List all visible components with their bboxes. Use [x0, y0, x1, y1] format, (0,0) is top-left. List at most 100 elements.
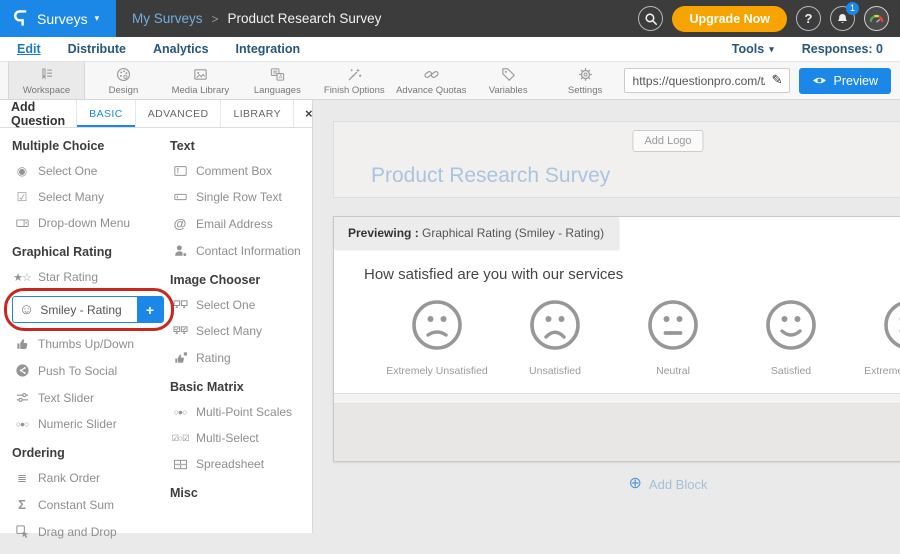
sidebar-item-dropdown-menu[interactable]: Drop-down Menu [12, 216, 170, 230]
survey-nav-row: Edit Distribute Analytics Integration To… [0, 37, 900, 62]
sidebar-item-multi-point-scales[interactable]: ○●○ Multi-Point Scales [170, 405, 310, 419]
add-block-button[interactable]: ⊕ Add Block [333, 476, 900, 492]
tab-edit[interactable]: Edit [17, 42, 41, 56]
section-title: Multiple Choice [12, 139, 170, 153]
item-label: Multi-Point Scales [196, 405, 292, 419]
toolbar-item-label: Media Library [172, 85, 230, 96]
tab-integration[interactable]: Integration [236, 42, 301, 56]
toolbar-item-label: Languages [254, 85, 301, 96]
item-label: Thumbs Up/Down [38, 337, 134, 351]
toolbar-finish-options-button[interactable]: Finish Options [316, 62, 393, 99]
section-title: Graphical Rating [12, 245, 170, 259]
image-pair-icon [170, 299, 190, 312]
previewing-tab: Previewing : Graphical Rating (Smiley - … [334, 217, 618, 249]
upgrade-now-button[interactable]: Upgrade Now [672, 6, 787, 32]
avatar[interactable] [864, 6, 889, 31]
add-smiley-question-button[interactable]: + [137, 297, 163, 322]
sidebar-item-text-slider[interactable]: Text Slider [12, 390, 170, 405]
survey-url-input[interactable] [624, 68, 790, 93]
edit-url-pencil-icon[interactable]: ✎ [772, 72, 783, 88]
sidebar-item-thumbs-up-down[interactable]: Thumbs Up/Down [12, 336, 170, 351]
sidebar-item-drag-and-drop[interactable]: Drag and Drop [12, 524, 170, 539]
tools-menu[interactable]: Tools ▾ [732, 42, 774, 56]
sidebar-item-constant-sum[interactable]: Σ Constant Sum [12, 497, 170, 512]
question-text[interactable]: How satisfied are you with our services [364, 266, 900, 283]
svg-text:A: A [279, 74, 283, 80]
item-label: Star Rating [38, 270, 98, 284]
nav-right: Tools ▾ Responses: 0 [732, 42, 883, 56]
search-button[interactable] [638, 6, 663, 31]
smiley-option-label: Satisfied [771, 365, 811, 377]
toolbar-settings-button[interactable]: Settings [547, 62, 624, 99]
preview-button[interactable]: Preview [799, 68, 891, 94]
gear-icon [577, 66, 594, 83]
smiley-option-satisfied[interactable]: Satisfied [732, 298, 850, 377]
radio-icon: ◉ [12, 164, 32, 178]
sidebar-item-select-one[interactable]: ◉ Select One [12, 164, 170, 178]
sidebar-column-1: Multiple Choice ◉ Select One ☑ Select Ma… [12, 139, 170, 554]
help-button[interactable]: ? [796, 6, 821, 31]
section-multiple-choice: Multiple Choice ◉ Select One ☑ Select Ma… [12, 139, 170, 230]
tab-distribute[interactable]: Distribute [68, 42, 126, 56]
toolbar-advance-quotas-button[interactable]: Advance Quotas [393, 62, 470, 99]
section-title: Basic Matrix [170, 380, 310, 394]
toolbar-media-library-button[interactable]: Media Library [162, 62, 239, 99]
comment-box-icon [170, 164, 190, 178]
toolbar-item-label: Settings [568, 85, 602, 96]
smiley-option-extremely-unsatisfied[interactable]: Extremely Unsatisfied [378, 298, 496, 377]
section-ordering: Ordering ≣ Rank Order Σ Constant Sum Dra… [12, 446, 170, 539]
footer-area [334, 404, 900, 461]
section-title: Text [170, 139, 310, 153]
toolbar-workspace-button[interactable]: Workspace [8, 62, 85, 99]
smiley-option-extremely-satisfied[interactable]: Extremely Satisfied [850, 298, 900, 377]
tag-icon [500, 66, 517, 83]
translate-icon: A [269, 66, 286, 83]
sidebar-item-push-to-social[interactable]: Push To Social [12, 363, 170, 378]
item-label: Push To Social [38, 364, 117, 378]
tab-library[interactable]: LIBRARY [221, 100, 294, 127]
sidebar-column-2: Text Comment Box Single Row Text @ Email… [170, 139, 310, 554]
breadcrumb-my-surveys[interactable]: My Surveys [132, 11, 203, 26]
sidebar-item-image-select-many[interactable]: Select Many [170, 324, 310, 338]
thumb-rating-icon [170, 350, 190, 365]
responses-count: Responses: 0 [802, 42, 883, 56]
chevron-down-icon: ▾ [769, 44, 774, 55]
sidebar-item-single-row-text[interactable]: Single Row Text [170, 190, 310, 204]
survey-title[interactable]: Product Research Survey [371, 164, 610, 188]
item-label: Select One [38, 164, 97, 178]
toolbar-languages-button[interactable]: A Languages [239, 62, 316, 99]
question-preview-card: Previewing : Graphical Rating (Smiley - … [333, 216, 900, 462]
tab-advanced[interactable]: ADVANCED [136, 100, 222, 127]
notifications-button[interactable]: 1 [830, 6, 855, 31]
sidebar-item-spreadsheet[interactable]: Spreadsheet [170, 457, 310, 471]
sidebar-item-image-rating[interactable]: Rating [170, 350, 310, 365]
smiley-rating-item[interactable]: ☺ Smiley - Rating + [12, 296, 164, 323]
sidebar-item-contact-information[interactable]: Contact Information [170, 243, 310, 258]
bell-icon [836, 12, 849, 26]
smiley-option-neutral[interactable]: Neutral [614, 298, 732, 377]
tab-basic[interactable]: BASIC [77, 100, 136, 127]
questionpro-logo-icon [13, 9, 30, 28]
sidebar-item-numeric-slider[interactable]: ○●○ Numeric Slider [12, 417, 170, 431]
app-logo-menu[interactable]: Surveys ▾ [0, 0, 116, 37]
toolbar-design-button[interactable]: Design [85, 62, 162, 99]
search-icon [644, 12, 658, 26]
toolbar-variables-button[interactable]: Variables [470, 62, 547, 99]
single-row-icon [170, 190, 190, 204]
sidebar-item-star-rating[interactable]: ★☆ Star Rating [12, 270, 170, 284]
slider-icon [12, 390, 32, 405]
sidebar-item-image-select-one[interactable]: Select One [170, 298, 310, 312]
add-logo-button[interactable]: Add Logo [632, 130, 703, 152]
item-label: Single Row Text [196, 190, 282, 204]
sidebar-item-select-many[interactable]: ☑ Select Many [12, 190, 170, 204]
sidebar-item-email-address[interactable]: @ Email Address [170, 216, 310, 231]
circle-plus-icon: ⊕ [629, 476, 642, 492]
sidebar-item-multi-select[interactable]: ☑○☑ Multi-Select [170, 431, 310, 445]
sidebar-item-rank-order[interactable]: ≣ Rank Order [12, 471, 170, 485]
multi-point-icon: ○●○ [170, 407, 190, 417]
numeric-slider-icon: ○●○ [12, 419, 32, 429]
sidebar-item-comment-box[interactable]: Comment Box [170, 164, 310, 178]
tab-analytics[interactable]: Analytics [153, 42, 209, 56]
smiley-option-unsatisfied[interactable]: Unsatisfied [496, 298, 614, 377]
item-label: Drag and Drop [38, 525, 117, 539]
